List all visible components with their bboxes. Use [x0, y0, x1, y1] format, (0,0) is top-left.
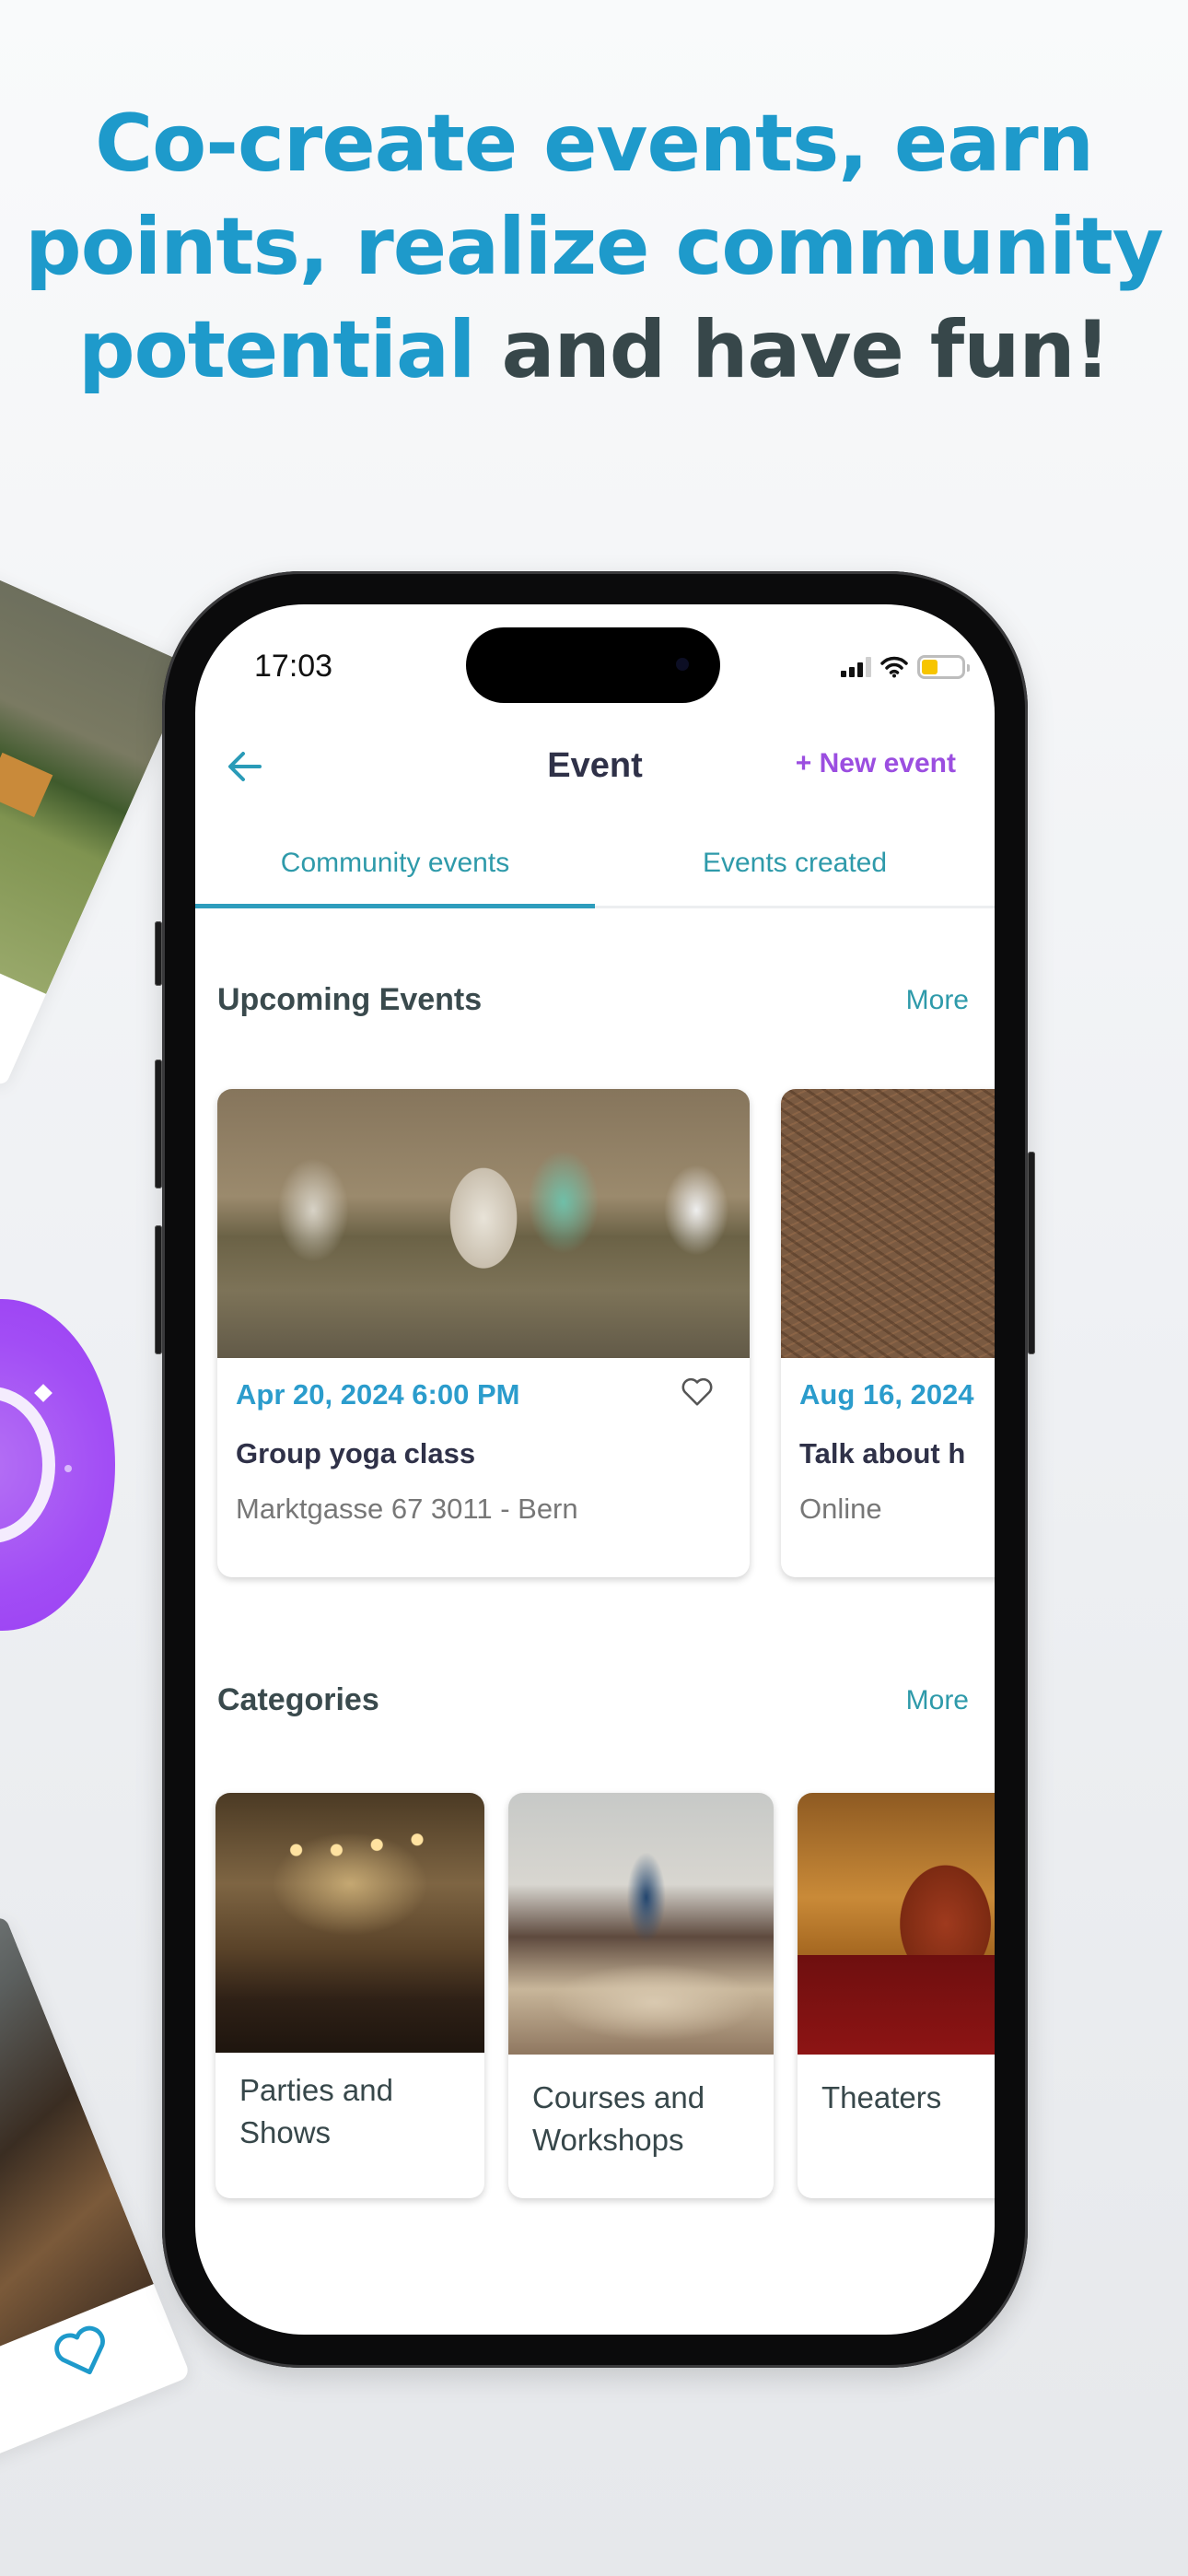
- upcoming-more-link[interactable]: More: [906, 985, 969, 1016]
- purple-badge-icon: [0, 1299, 115, 1631]
- badge-dot: [64, 1465, 72, 1472]
- upcoming-events-header: Upcoming Events More: [217, 982, 969, 1018]
- section-title: Categories: [217, 1682, 379, 1717]
- event-card[interactable]: Apr 20, 2024 6:00 PM Group yoga class Ma…: [217, 1089, 750, 1577]
- arrow-left-icon[interactable]: [223, 744, 267, 789]
- category-card-courses[interactable]: Courses and Workshops: [508, 1793, 774, 2198]
- concert-photo: [215, 1793, 484, 2053]
- category-card-theaters[interactable]: Theaters: [798, 1793, 995, 2198]
- event-location: Marktgasse 67 3011 - Bern: [236, 1493, 578, 1525]
- event-name: Talk about h: [799, 1437, 966, 1469]
- event-location: Online: [799, 1493, 882, 1525]
- headline-rest: and have fun!: [501, 304, 1110, 396]
- heart-outline-icon: [54, 2325, 105, 2375]
- event-date: Apr 20, 2024 6:00 PM: [236, 1378, 520, 1411]
- tab-community-events[interactable]: Community events: [195, 835, 595, 908]
- wifi-icon: [880, 656, 908, 678]
- volume-up-button: [155, 1060, 162, 1188]
- app-screen: 17:03 Event + New event Community events…: [195, 604, 995, 2335]
- categories-carousel[interactable]: Parties and Shows Courses and Workshops …: [215, 1793, 995, 2198]
- categories-header: Categories More: [217, 1682, 969, 1718]
- battery-icon: [917, 655, 970, 679]
- theater-photo: [798, 1793, 995, 2055]
- cellular-signal-icon: [841, 657, 871, 677]
- category-label: Theaters: [821, 2080, 942, 2114]
- status-time: 17:03: [254, 649, 333, 684]
- upcoming-events-carousel[interactable]: Apr 20, 2024 6:00 PM Group yoga class Ma…: [217, 1089, 995, 1577]
- tab-events-created[interactable]: Events created: [595, 835, 995, 906]
- app-header: Event + New event: [195, 733, 995, 807]
- phone-frame: 17:03 Event + New event Community events…: [155, 571, 1035, 2368]
- status-icons: [841, 652, 970, 682]
- volume-down-button: [155, 1225, 162, 1354]
- dynamic-island: [466, 627, 720, 703]
- power-button: [1028, 1152, 1035, 1354]
- heart-outline-icon[interactable]: [680, 1375, 715, 1408]
- battery-level: [922, 660, 938, 674]
- category-label: Courses and Workshops: [532, 2080, 705, 2157]
- event-date: Aug 16, 2024: [799, 1378, 974, 1411]
- category-card-parties[interactable]: Parties and Shows: [215, 1793, 484, 2198]
- event-card[interactable]: Aug 16, 2024 Talk about h Online: [781, 1089, 995, 1577]
- camera-dot: [676, 658, 689, 671]
- tab-bar: Community events Events created: [195, 835, 995, 908]
- event-name: Group yoga class: [236, 1437, 476, 1469]
- marketing-headline: Co-create events, earn points, realize c…: [0, 92, 1188, 402]
- categories-more-link[interactable]: More: [906, 1685, 969, 1716]
- workshop-photo: [508, 1793, 774, 2055]
- yoga-class-photo: [217, 1089, 750, 1358]
- pine-needles-photo: [781, 1089, 995, 1358]
- badge-sparkle: [34, 1384, 52, 1402]
- action-button: [155, 921, 162, 986]
- new-event-button[interactable]: + New event: [796, 748, 956, 779]
- category-label: Parties and Shows: [239, 2073, 393, 2149]
- section-title: Upcoming Events: [217, 982, 483, 1017]
- badge-ring: [0, 1387, 55, 1543]
